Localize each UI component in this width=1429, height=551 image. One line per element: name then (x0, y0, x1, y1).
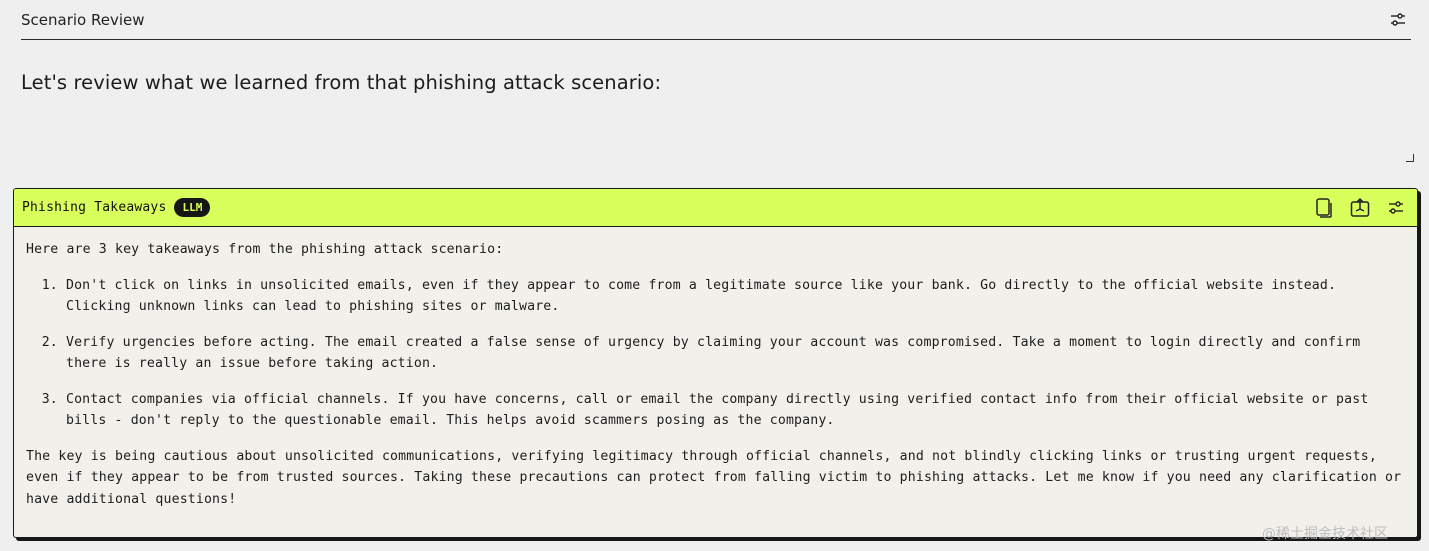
resize-handle-icon[interactable] (1406, 154, 1414, 162)
takeaways-list: Don't click on links in unsolicited emai… (26, 275, 1405, 432)
response-intro: Here are 3 key takeaways from the phishi… (26, 242, 504, 257)
sliders-icon[interactable] (1383, 195, 1409, 221)
panel-title: Scenario Review (21, 10, 145, 29)
response-conclusion: The key is being cautious about unsolici… (26, 448, 1402, 507)
scenario-review-header: Scenario Review (21, 0, 1411, 40)
llm-card-title: Phishing Takeaways (22, 200, 167, 215)
llm-output-card: Phishing Takeaways LLM Here are 3 key ta… (13, 188, 1418, 538)
sliders-icon[interactable] (1385, 7, 1411, 33)
list-item: Contact companies via official channels.… (66, 389, 1405, 432)
watermark: @稀土掘金技术社区 (1262, 526, 1388, 542)
list-item: Don't click on links in unsolicited emai… (66, 275, 1405, 318)
llm-badge: LLM (174, 198, 211, 217)
llm-title-group: Phishing Takeaways LLM (22, 198, 211, 217)
export-icon[interactable] (1347, 195, 1373, 221)
llm-card-header: Phishing Takeaways LLM (14, 189, 1417, 227)
scenario-review-panel: Scenario Review Let's review what we lea… (21, 0, 1411, 170)
list-item: Verify urgencies before acting. The emai… (66, 332, 1405, 375)
llm-response-body: Here are 3 key takeaways from the phishi… (14, 227, 1417, 510)
prompt-text[interactable]: Let's review what we learned from that p… (21, 71, 1411, 94)
llm-actions (1311, 195, 1409, 221)
copy-icon[interactable] (1311, 195, 1337, 221)
